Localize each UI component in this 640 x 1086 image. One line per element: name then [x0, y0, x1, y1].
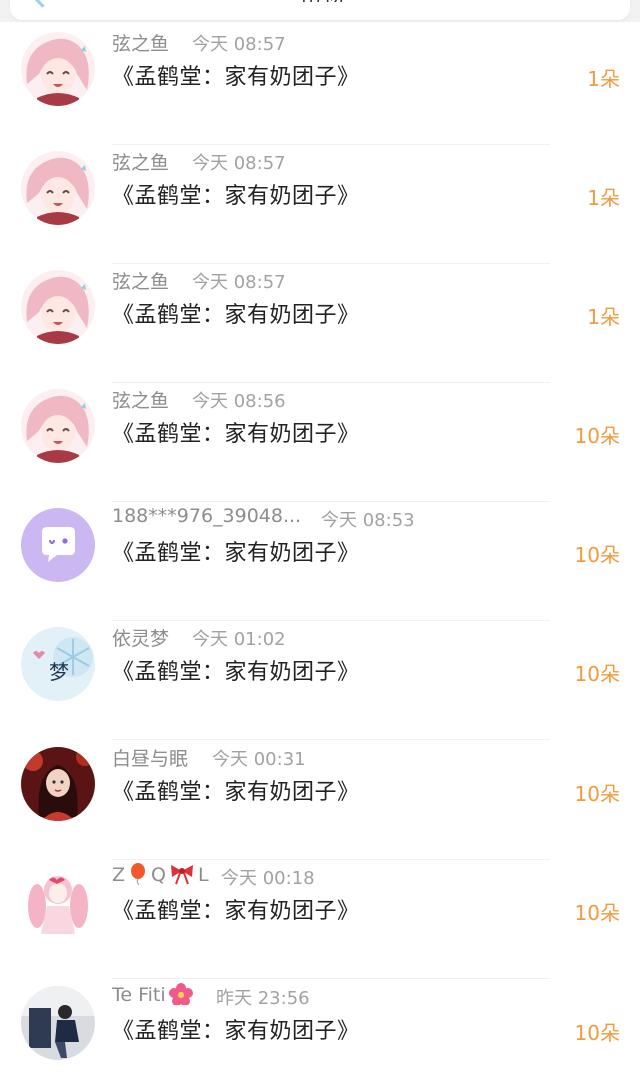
book-title: 《孟鹤堂：家有奶团子》 [112, 780, 360, 805]
gift-record-row[interactable]: 白昼与眠 今天 00:31 《孟鹤堂：家有奶团子》 10朵 [0, 741, 640, 860]
row-divider [112, 978, 550, 979]
user-avatar[interactable] [21, 151, 95, 225]
gift-time: 今天 08:57 [192, 272, 286, 293]
gift-time: 今天 00:31 [212, 749, 306, 770]
anime-girl-avatar-icon [21, 151, 95, 225]
gift-amount: 10朵 [574, 901, 620, 925]
user-name[interactable]: 弦之鱼 [112, 267, 169, 294]
user-avatar[interactable] [21, 270, 95, 344]
gift-time: 今天 08:53 [321, 510, 415, 531]
book-title: 《孟鹤堂：家有奶团子》 [112, 541, 360, 566]
gift-records-page: 礼物 弦之鱼 今天 08:57 《孟鹤堂：家有奶团子》 1朵 [0, 0, 640, 1086]
gift-time: 昨天 23:56 [216, 988, 310, 1009]
gift-time: 今天 00:18 [221, 868, 315, 889]
gift-record-row[interactable]: 弦之鱼 今天 08:57 《孟鹤堂：家有奶团子》 1朵 [0, 145, 640, 264]
gift-time: 今天 08:57 [192, 34, 286, 55]
gift-amount: 10朵 [574, 1021, 620, 1045]
name-part: Q [151, 864, 166, 886]
anime-girl-avatar-icon [21, 32, 95, 106]
gift-time: 今天 08:56 [192, 391, 286, 412]
name-part: L [198, 864, 209, 886]
gift-record-row[interactable]: 188***976_39048... 今天 08:53 《孟鹤堂：家有奶团子》 … [0, 502, 640, 621]
header-bar: 礼物 [10, 0, 630, 20]
gift-time: 今天 01:02 [192, 629, 286, 650]
book-title: 《孟鹤堂：家有奶团子》 [112, 184, 360, 209]
gift-amount: 1朵 [587, 186, 620, 210]
gift-amount: 1朵 [587, 67, 620, 91]
anime-girl-avatar-icon [21, 389, 95, 463]
user-name[interactable]: 弦之鱼 [112, 148, 169, 175]
user-name[interactable]: 188***976_39048... [112, 505, 301, 527]
user-avatar[interactable] [21, 986, 95, 1060]
user-avatar[interactable] [21, 389, 95, 463]
user-avatar[interactable] [21, 32, 95, 106]
gift-record-row[interactable]: 弦之鱼 今天 08:57 《孟鹤堂：家有奶团子》 1朵 [0, 264, 640, 383]
user-avatar[interactable] [21, 508, 95, 582]
user-avatar[interactable] [21, 747, 95, 821]
gift-amount: 10朵 [574, 782, 620, 806]
gift-amount: 10朵 [574, 662, 620, 686]
user-avatar[interactable] [21, 866, 95, 940]
row-divider [112, 739, 550, 740]
book-title: 《孟鹤堂：家有奶团子》 [112, 65, 360, 90]
gift-amount: 10朵 [574, 424, 620, 448]
book-title: 《孟鹤堂：家有奶团子》 [112, 422, 360, 447]
anime-girl-avatar-icon [21, 270, 95, 344]
page-title: 礼物 [298, 0, 362, 2]
balloon-icon [131, 863, 146, 885]
user-name[interactable]: 依灵梦 [112, 624, 169, 651]
back-icon[interactable] [33, 0, 52, 8]
gift-record-row[interactable]: Z Q L 今天 00:18 《孟鹤堂：家有奶团子》 10朵 [0, 860, 640, 979]
user-name[interactable]: 弦之鱼 [112, 29, 169, 56]
snowflake-avatar-icon: 梦 [21, 627, 95, 701]
gift-record-row[interactable]: 弦之鱼 今天 08:56 《孟鹤堂：家有奶团子》 10朵 [0, 383, 640, 502]
chat-bubble-avatar-icon [21, 508, 95, 582]
user-name[interactable]: 弦之鱼 [112, 386, 169, 413]
twin-tail-girl-avatar-icon [21, 866, 95, 940]
bow-icon [171, 865, 193, 885]
user-name[interactable]: Te Fiti [112, 983, 196, 1006]
gift-amount: 1朵 [587, 305, 620, 329]
costume-girl-avatar-icon [21, 747, 95, 821]
gift-amount: 10朵 [574, 543, 620, 567]
book-title: 《孟鹤堂：家有奶团子》 [112, 660, 360, 685]
book-title: 《孟鹤堂：家有奶团子》 [112, 303, 360, 328]
person-sitting-avatar-icon [21, 986, 95, 1060]
gift-record-row[interactable]: 梦 依灵梦 今天 01:02 《孟鹤堂：家有奶团子》 10朵 [0, 621, 640, 740]
user-name[interactable]: Z Q L [112, 863, 209, 886]
name-part: Te Fiti [112, 984, 166, 1006]
flower-icon [168, 983, 193, 1005]
svg-text:梦: 梦 [49, 660, 69, 684]
gift-record-row[interactable]: Te Fiti 昨天 23:56 《孟鹤堂：家有奶团子》 10朵 [0, 980, 640, 1086]
user-avatar[interactable]: 梦 [21, 627, 95, 701]
name-part: Z [112, 864, 126, 886]
gift-record-row[interactable]: 弦之鱼 今天 08:57 《孟鹤堂：家有奶团子》 1朵 [0, 26, 640, 145]
book-title: 《孟鹤堂：家有奶团子》 [112, 1019, 360, 1044]
user-name[interactable]: 白昼与眠 [112, 744, 188, 771]
book-title: 《孟鹤堂：家有奶团子》 [112, 899, 360, 924]
gift-time: 今天 08:57 [192, 153, 286, 174]
